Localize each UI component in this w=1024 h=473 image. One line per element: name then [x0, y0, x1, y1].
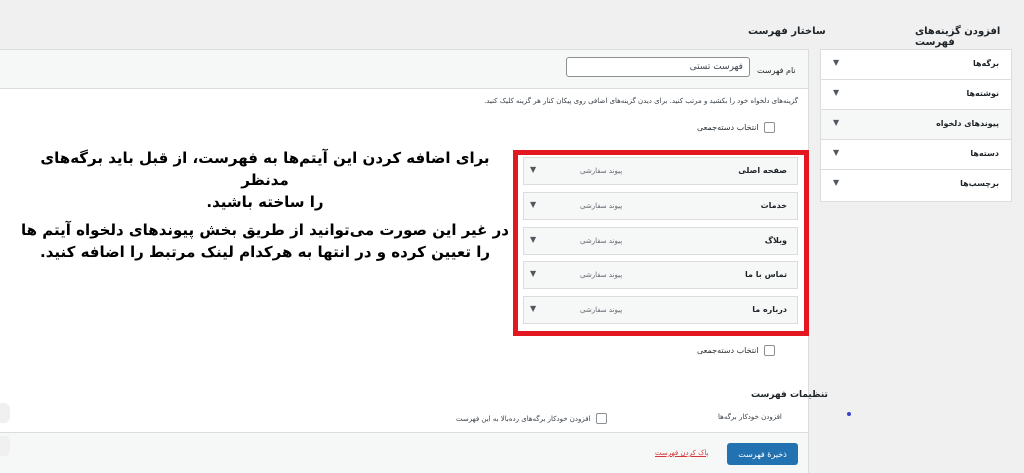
annotation-line: را ساخته باشید. — [206, 193, 324, 211]
floating-widget-handle[interactable] — [0, 403, 10, 423]
accordion-label: پیوندهای دلخواه — [936, 119, 999, 128]
auto-add-pages-checkbox[interactable] — [595, 413, 607, 424]
accordion-label: دسته‌ها — [970, 149, 999, 158]
bulk-select-top[interactable]: انتخاب دسته‌جمعی — [697, 122, 775, 133]
status-dot — [847, 412, 851, 416]
bulk-select-checkbox[interactable] — [763, 122, 775, 133]
accordion-categories[interactable]: دسته‌ها ▼ — [821, 140, 1011, 170]
accordion-label: برگه‌ها — [972, 59, 999, 68]
chevron-down-icon[interactable]: ▼ — [833, 178, 839, 187]
chevron-down-icon[interactable]: ▼ — [833, 148, 839, 157]
menu-structure-title: ساختار فهرست — [748, 26, 826, 37]
accordion-label: نوشته‌ها — [966, 89, 999, 98]
annotation-highlight-frame — [513, 150, 809, 336]
floating-widget-handle[interactable] — [0, 436, 10, 456]
add-menu-items-title: افزودن گزینه‌های فهرست — [915, 26, 1001, 48]
bulk-select-label: انتخاب دسته‌جمعی — [697, 123, 759, 132]
auto-add-pages-option[interactable]: افزودن خودکار برگه‌های رده‌بالا به این ف… — [456, 413, 607, 424]
annotation-line: در غیر این صورت می‌توانید از طریق بخش پی… — [21, 221, 509, 239]
annotation-text-1: برای اضافه کردن این آیتم‌ها به فهرست، از… — [18, 147, 512, 213]
add-menu-items-panel: برگه‌ها ▼ نوشته‌ها ▼ پیوندهای دلخواه ▼ د… — [820, 49, 1012, 202]
delete-menu-link[interactable]: پاک کردن فهرست — [655, 449, 708, 457]
accordion-tags[interactable]: برچسب‌ها ▼ — [821, 170, 1011, 199]
auto-add-pages-text: افزودن خودکار برگه‌های رده‌بالا به این ف… — [456, 414, 591, 423]
bulk-select-checkbox[interactable] — [763, 345, 775, 356]
bulk-select-bottom[interactable]: انتخاب دسته‌جمعی — [697, 345, 775, 356]
accordion-custom-links[interactable]: پیوندهای دلخواه ▼ — [821, 110, 1011, 140]
save-menu-button[interactable]: ذخیرهٔ فهرست — [727, 443, 798, 465]
chevron-down-icon[interactable]: ▼ — [833, 88, 839, 97]
menu-name-label: نام فهرست — [757, 66, 796, 75]
menu-name-input[interactable] — [566, 57, 750, 77]
drag-help-text: گزینه‌های دلخواه خود را بکشید و مرتب کنی… — [484, 97, 798, 105]
auto-add-pages-label: افزودن خودکار برگه‌ها — [718, 413, 782, 421]
annotation-line: را تعیین کرده و در انتها به هرکدام لینک … — [40, 243, 490, 261]
accordion-label: برچسب‌ها — [960, 179, 999, 188]
menu-settings-title: تنظیمات فهرست — [751, 390, 828, 400]
accordion-posts[interactable]: نوشته‌ها ▼ — [821, 80, 1011, 110]
annotation-text-2: در غیر این صورت می‌توانید از طریق بخش پی… — [18, 219, 512, 263]
chevron-down-icon[interactable]: ▼ — [833, 118, 839, 127]
chevron-down-icon[interactable]: ▼ — [833, 58, 839, 67]
accordion-pages[interactable]: برگه‌ها ▼ — [821, 50, 1011, 80]
bulk-select-label: انتخاب دسته‌جمعی — [697, 346, 759, 355]
annotation-line: برای اضافه کردن این آیتم‌ها به فهرست، از… — [40, 149, 490, 189]
